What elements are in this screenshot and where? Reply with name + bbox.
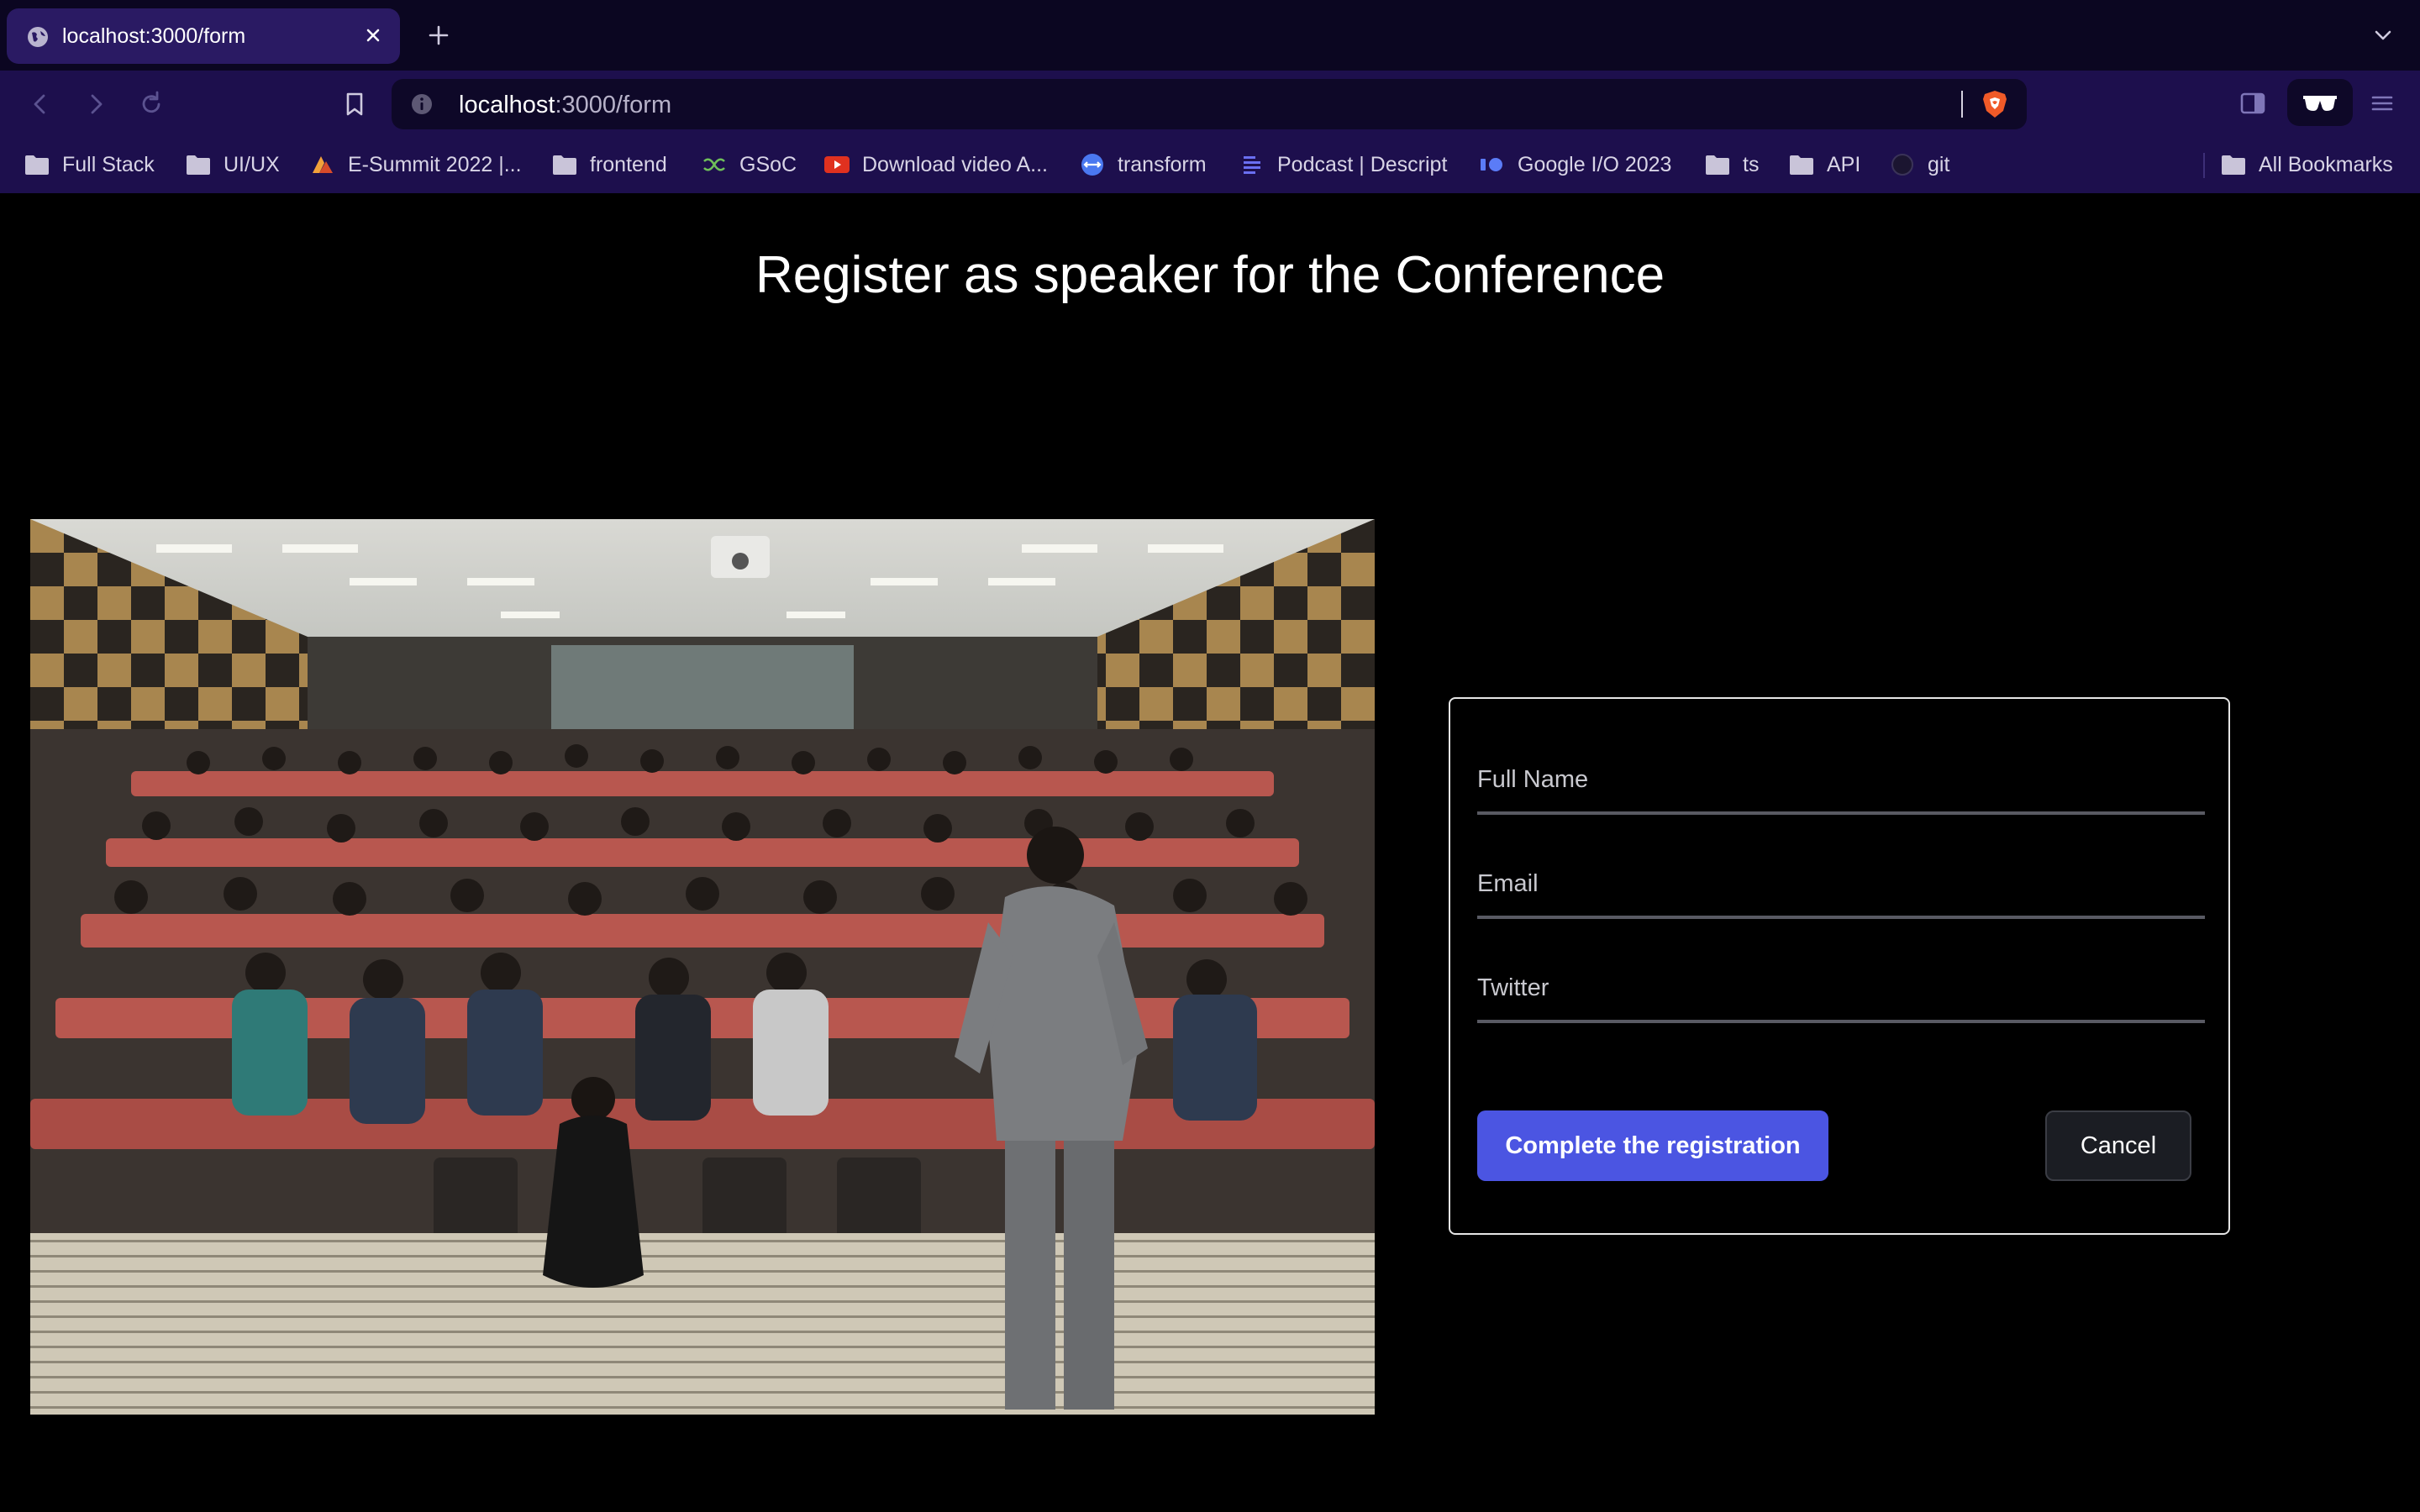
conference-hall-illustration [30,519,1375,1415]
bookmark-e-summit[interactable]: E-Summit 2022 |... [309,148,522,181]
complete-registration-button[interactable]: Complete the registration [1477,1110,1828,1181]
google-io-icon [1481,158,1502,171]
address-bar[interactable]: localhost:3000/form [392,79,2027,129]
folder-icon [1706,155,1729,175]
folder-icon [2222,155,2245,175]
bookmark-label: API [1827,152,1861,176]
tab-strip: localhost:3000/form [0,0,2420,71]
url-path: :3000/form [555,92,672,118]
bookmark-ui-ux[interactable]: UI/UX [185,148,280,181]
bookmark-api[interactable]: API [1788,148,1860,181]
reader-glasses-button[interactable] [2287,79,2353,126]
bookmark-ts[interactable]: ts [1704,148,1759,181]
bookmark-download-video[interactable]: Download video A... [823,148,1048,181]
browser-tab-active[interactable]: localhost:3000/form [7,8,400,64]
tab-title: localhost:3000/form [62,24,246,48]
full-name-input[interactable] [1477,753,2205,806]
folder-icon [1790,155,1813,175]
youtube-icon [824,156,850,173]
bookmark-label: Download video A... [862,152,1048,176]
page-title: Register as speaker for the Conference [755,246,1665,304]
address-bar-divider [1961,91,1963,118]
folder-icon [187,155,210,175]
reload-icon[interactable] [134,87,168,121]
sidebar-toggle-icon[interactable] [2238,89,2267,118]
all-bookmarks[interactable]: All Bookmarks [2220,148,2393,181]
bookmark-gsoc[interactable]: GSoC [701,148,797,181]
bookmark-label: UI/UX [224,152,280,176]
bookmark-label: Google I/O 2023 [1518,152,1672,176]
twitter-input[interactable] [1477,961,2205,1015]
close-icon[interactable] [358,20,388,50]
full-name-field-wrapper [1477,753,2205,815]
bookmark-icon[interactable] [338,87,371,121]
info-icon[interactable] [410,92,434,116]
esummit-icon [313,156,333,173]
bookmark-label: Full Stack [62,152,155,176]
twitter-field-wrapper [1477,961,2205,1023]
forward-arrow-icon[interactable] [79,87,113,121]
conference-photo [30,519,1375,1415]
new-tab-button[interactable] [424,20,454,50]
bookmark-frontend[interactable]: frontend [551,148,667,181]
bookmark-label: frontend [590,152,667,176]
brave-shield-icon[interactable] [1980,89,2010,119]
url-text[interactable]: localhost:3000/form [459,92,671,119]
globe-icon [28,27,48,47]
url-host: localhost [459,92,555,118]
hamburger-menu-icon[interactable] [2368,89,2396,118]
email-input[interactable] [1477,857,2205,911]
bookmark-descript[interactable]: Podcast | Descript [1239,148,1447,181]
bookmark-full-stack[interactable]: Full Stack [24,148,155,181]
gsoc-icon [703,158,725,171]
folder-icon [25,155,49,175]
bookmark-label: transform [1118,152,1207,176]
bookmarks-bar: Full Stack UI/UX E-Summit 2022 |... fron… [0,138,2420,193]
registration-form: Complete the registration Cancel [1449,697,2230,1235]
cancel-button[interactable]: Cancel [2045,1110,2191,1181]
all-bookmarks-label: All Bookmarks [2259,152,2393,176]
bookmark-git[interactable]: git [1889,148,1949,181]
transform-icon [1081,154,1103,176]
bookmark-label: GSoC [739,152,797,176]
email-field-wrapper [1477,857,2205,919]
chevron-down-icon[interactable] [2370,22,2396,49]
bookmark-label: ts [1743,152,1760,176]
github-icon [1891,154,1913,176]
bookmark-google-io[interactable]: Google I/O 2023 [1479,148,1671,181]
bookmark-label: git [1928,152,1950,176]
folder-icon [553,155,576,175]
glasses-icon [2303,96,2337,111]
page-content: Register as speaker for the Conference F… [0,193,2420,1512]
browser-toolbar: localhost:3000/form [0,71,2420,138]
back-arrow-icon[interactable] [24,87,57,121]
bookmarks-divider [2203,153,2205,178]
bookmark-transform[interactable]: transform [1079,148,1207,181]
bookmark-label: E-Summit 2022 |... [348,152,522,176]
descript-icon [1244,156,1260,174]
bookmark-label: Podcast | Descript [1277,152,1448,176]
